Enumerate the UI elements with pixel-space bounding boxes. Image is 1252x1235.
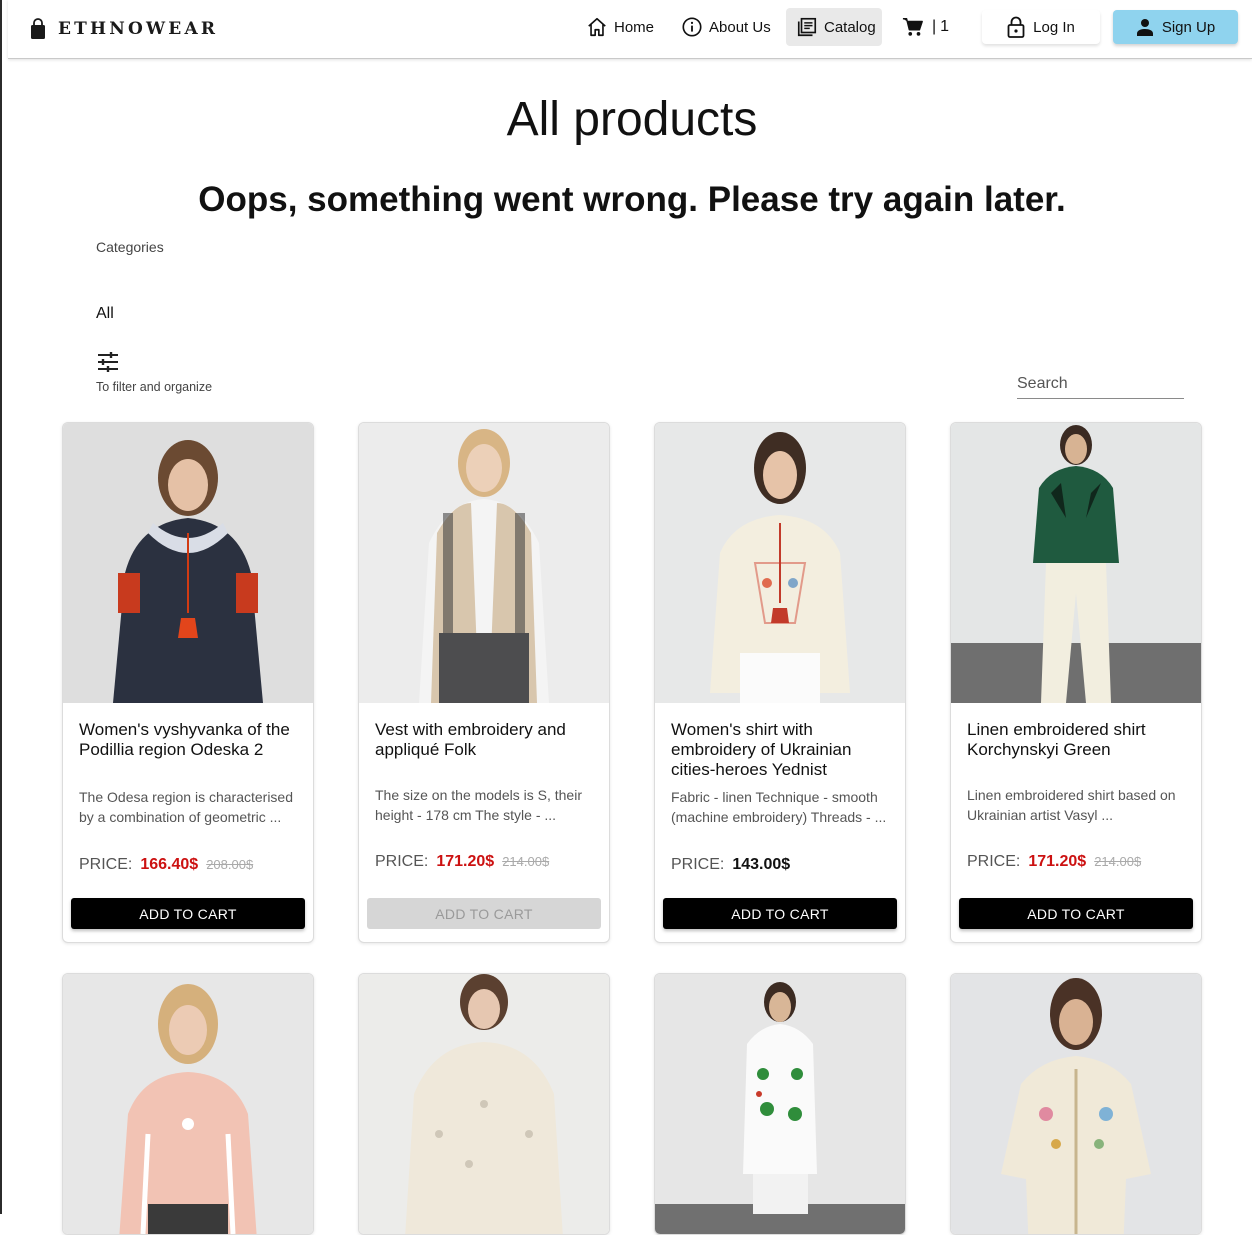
product-description: The Odesa region is characterised by a c… (79, 789, 293, 825)
product-image[interactable] (655, 423, 905, 703)
product-card[interactable]: Women's vyshyvanka of the Podillia regio… (62, 422, 314, 943)
error-message: Oops, something went wrong. Please try a… (198, 180, 1066, 219)
old-price: 214.00$ (502, 854, 550, 869)
product-description: Linen embroidered shirt based on Ukraini… (967, 787, 1176, 823)
add-to-cart-button-disabled[interactable]: ADD TO CART (367, 898, 601, 929)
login-button[interactable]: Log In (982, 10, 1100, 44)
old-price: 208.00$ (206, 857, 254, 872)
home-icon (588, 17, 606, 37)
catalog-icon (797, 17, 817, 37)
product-card[interactable] (62, 973, 314, 1235)
sliders-icon[interactable] (97, 351, 119, 373)
nav-about-label: About Us (709, 18, 771, 36)
product-price: PRICE: 143.00$ (671, 856, 790, 874)
price-label: PRICE: (967, 853, 1021, 870)
nav-catalog-label: Catalog (824, 18, 876, 36)
price-value: 143.00$ (732, 856, 791, 873)
sale-price: 171.20$ (1028, 853, 1087, 870)
product-card[interactable] (358, 973, 610, 1235)
price-label: PRICE: (79, 856, 133, 873)
brand-logo[interactable]: ETHNOWEAR (30, 16, 218, 42)
price-label: PRICE: (671, 856, 725, 873)
product-image[interactable] (63, 974, 313, 1235)
product-card[interactable]: Vest with embroidery and appliqué Folk T… (358, 422, 610, 943)
product-image[interactable] (655, 974, 905, 1235)
product-price: PRICE: 171.20$ 214.00$ (375, 853, 549, 871)
top-navbar: ETHNOWEAR Home About Us Catalog | 1 Log … (8, 0, 1252, 59)
add-to-cart-button[interactable]: ADD TO CART (663, 898, 897, 929)
signup-label: Sign Up (1161, 18, 1216, 36)
user-icon (1136, 19, 1153, 36)
nav-home-label: Home (614, 18, 655, 36)
product-description: Fabric - linen Technique - smooth (machi… (671, 789, 887, 825)
lock-icon (1007, 16, 1025, 38)
page-title: All products (506, 93, 758, 146)
search-input[interactable] (1017, 369, 1184, 398)
nav-catalog[interactable]: Catalog (786, 8, 882, 46)
search-box (1017, 369, 1184, 399)
product-card[interactable]: Linen embroidered shirt Korchynskyi Gree… (950, 422, 1202, 943)
product-image[interactable] (951, 974, 1201, 1235)
login-label: Log In (1033, 18, 1075, 36)
cart-count: 1 (940, 18, 950, 35)
product-image[interactable] (63, 423, 313, 703)
product-image[interactable] (359, 974, 609, 1235)
product-title[interactable]: Linen embroidered shirt Korchynskyi Gree… (967, 720, 1189, 760)
old-price: 214.00$ (1094, 854, 1142, 869)
nav-home[interactable]: Home (586, 8, 654, 46)
product-image[interactable] (951, 423, 1201, 703)
price-label: PRICE: (375, 853, 429, 870)
nav-cart[interactable]: | 1 (902, 8, 949, 46)
product-card[interactable]: Women's shirt with embroidery of Ukraini… (654, 422, 906, 943)
categories-label: Categories (96, 239, 164, 255)
add-to-cart-button[interactable]: ADD TO CART (71, 898, 305, 929)
sale-price: 166.40$ (140, 856, 199, 873)
product-price: PRICE: 166.40$ 208.00$ (79, 856, 253, 874)
product-price: PRICE: 171.20$ 214.00$ (967, 853, 1141, 871)
cart-separator: | (932, 18, 937, 35)
sale-price: 171.20$ (436, 853, 495, 870)
shopping-bag-icon (31, 18, 45, 39)
nav-about[interactable]: About Us (681, 8, 771, 46)
product-description: The size on the models is S, their heigh… (375, 787, 582, 823)
category-all[interactable]: All (96, 305, 114, 323)
product-image[interactable] (359, 423, 609, 703)
brand-name: ETHNOWEAR (58, 19, 219, 39)
product-title[interactable]: Vest with embroidery and appliqué Folk (375, 720, 597, 760)
cart-icon (902, 18, 923, 36)
signup-button[interactable]: Sign Up (1113, 10, 1238, 44)
product-title[interactable]: Women's vyshyvanka of the Podillia regio… (79, 720, 301, 760)
info-icon (682, 17, 702, 37)
filter-label: To filter and organize (96, 380, 213, 394)
product-card[interactable] (950, 973, 1202, 1235)
add-to-cart-button[interactable]: ADD TO CART (959, 898, 1193, 929)
product-title[interactable]: Women's shirt with embroidery of Ukraini… (671, 720, 893, 780)
product-card[interactable] (654, 973, 906, 1235)
